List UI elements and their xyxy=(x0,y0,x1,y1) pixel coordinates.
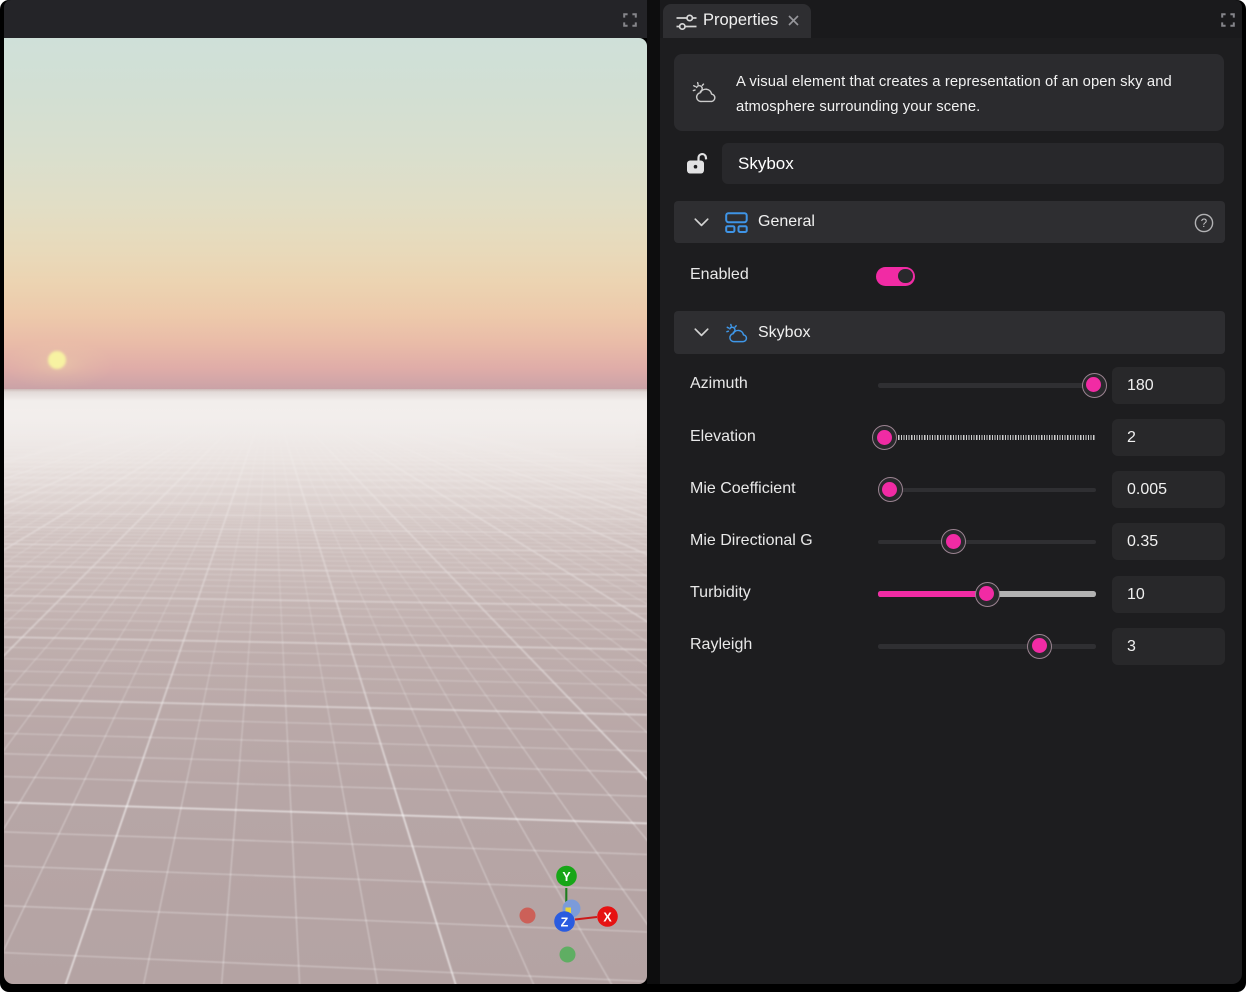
svg-text:?: ? xyxy=(1201,218,1207,230)
svg-text:Y: Y xyxy=(562,870,571,884)
svg-text:X: X xyxy=(603,911,612,925)
svg-text:Z: Z xyxy=(561,916,569,930)
